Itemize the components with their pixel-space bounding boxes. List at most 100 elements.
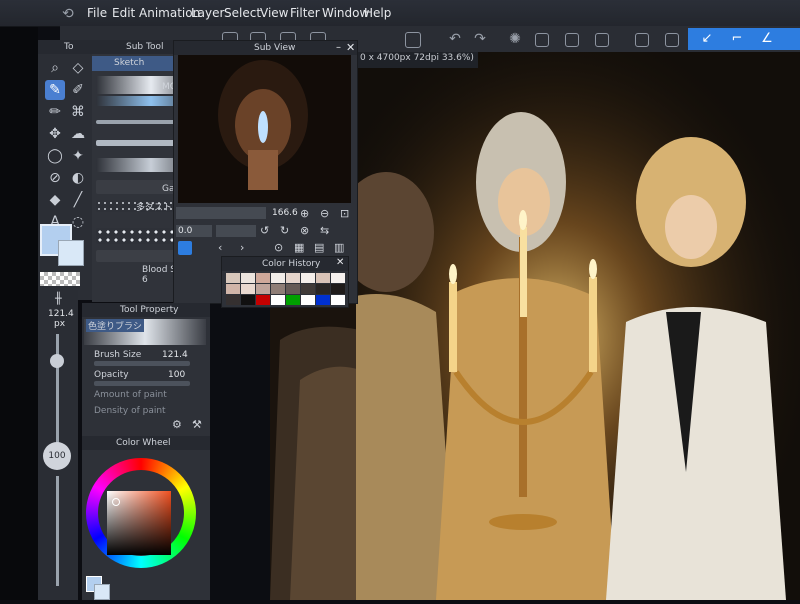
next-image-icon[interactable]: › <box>240 241 244 254</box>
zoom-slider[interactable] <box>176 207 266 219</box>
color-swatch[interactable] <box>271 284 285 294</box>
operation-icon[interactable]: ⌘ <box>68 102 88 122</box>
airbrush-icon[interactable]: ☁ <box>68 124 88 144</box>
lasso-icon[interactable]: ◯ <box>45 146 65 166</box>
zoom-in-icon[interactable]: ⊕ <box>300 207 309 220</box>
color-history-panel: Color History ✕ <box>221 256 349 308</box>
rotate-left-icon[interactable]: ↺ <box>260 224 269 237</box>
tool-panel-tab[interactable]: To <box>64 42 73 52</box>
color-swatch[interactable] <box>286 295 300 305</box>
color-swatch[interactable] <box>241 295 255 305</box>
eyedropper-toggle-icon[interactable] <box>178 241 192 255</box>
zoom-icon[interactable]: ⌕ <box>45 58 65 78</box>
sub-color-swatch[interactable] <box>58 240 84 266</box>
menu-filter[interactable]: Filter <box>290 6 320 20</box>
color-swatch[interactable] <box>226 273 240 283</box>
stroke-icon-1[interactable]: ↙ <box>697 29 717 49</box>
app-icon[interactable]: ⟲ <box>62 6 74 22</box>
brush-size-slider[interactable] <box>56 334 59 444</box>
fit-icon[interactable]: ⊡ <box>340 207 349 220</box>
color-swatch[interactable] <box>241 273 255 283</box>
color-swatch[interactable] <box>301 295 315 305</box>
wheel-sub-color[interactable] <box>94 584 110 600</box>
transform-icon[interactable] <box>595 33 609 47</box>
prev-image-icon[interactable]: ‹ <box>218 241 222 254</box>
zoom-out-icon[interactable]: ⊖ <box>320 207 329 220</box>
rotate-slider[interactable] <box>216 225 256 237</box>
eyedropper-icon[interactable]: ⊘ <box>45 168 65 188</box>
color-swatch[interactable] <box>331 273 345 283</box>
subview-close-icon[interactable]: ✕ <box>346 41 355 54</box>
color-swatch[interactable] <box>256 284 270 294</box>
canvas[interactable]: 0 x 4700px 72dpi 33.6%) <box>356 52 800 600</box>
opacity-slider[interactable] <box>56 476 59 586</box>
blend-icon[interactable]: ◐ <box>68 168 88 188</box>
color-swatch[interactable] <box>316 273 330 283</box>
brush-size-bar[interactable] <box>94 361 190 366</box>
move-icon[interactable]: ✥ <box>45 124 65 144</box>
rotate-right-icon[interactable]: ↻ <box>280 224 289 237</box>
menu-window[interactable]: Window <box>322 6 369 20</box>
color-swatch[interactable] <box>226 295 240 305</box>
color-swatch[interactable] <box>241 284 255 294</box>
menu-edit[interactable]: Edit <box>112 6 135 20</box>
swatch-grid <box>226 273 345 305</box>
camera-icon[interactable]: ⊙ <box>274 241 283 254</box>
color-swatch[interactable] <box>316 295 330 305</box>
canvas-area-left[interactable] <box>270 300 360 600</box>
menu-layer[interactable]: Layer <box>191 6 224 20</box>
color-swatch[interactable] <box>226 284 240 294</box>
export-icon[interactable] <box>405 32 421 48</box>
menu-help[interactable]: Help <box>364 6 391 20</box>
transparent-color-icon[interactable] <box>40 272 80 286</box>
deselect-icon[interactable] <box>635 33 649 47</box>
brush-size-panel-icon[interactable]: ╫ <box>55 292 62 305</box>
color-wheel-panel: Color Wheel <box>82 436 210 600</box>
stroke-icon-3[interactable]: ∠ <box>757 29 777 49</box>
pencil-icon[interactable]: ✏ <box>45 102 65 122</box>
color-swatch[interactable] <box>316 284 330 294</box>
undo-icon[interactable]: ↶ <box>445 29 465 49</box>
grid-icon[interactable]: ▦ <box>294 241 304 254</box>
color-swatch[interactable] <box>331 295 345 305</box>
fill-bucket-icon[interactable]: ◆ <box>45 190 65 210</box>
color-swatch[interactable] <box>256 273 270 283</box>
import-icon[interactable]: ▤ <box>314 241 324 254</box>
fill-icon[interactable] <box>565 33 579 47</box>
reference-image[interactable] <box>178 55 351 203</box>
color-swatch[interactable] <box>256 295 270 305</box>
reset-rotate-icon[interactable]: ⊗ <box>300 224 309 237</box>
eraser-icon[interactable]: ◇ <box>68 58 88 78</box>
pen-icon[interactable]: ✎ <box>45 80 65 100</box>
stroke-icon-2[interactable]: ⌐ <box>727 29 747 49</box>
menu-select[interactable]: Select <box>224 6 261 20</box>
color-swatch[interactable] <box>286 284 300 294</box>
color-swatch[interactable] <box>271 273 285 283</box>
tool-property-panel: Tool Property 色塗りブラシ Brush Size 121.4 Op… <box>82 303 210 438</box>
color-swatch[interactable] <box>331 284 345 294</box>
line-icon[interactable]: ╱ <box>68 190 88 210</box>
subtool-tab[interactable]: Sub Tool <box>126 42 163 52</box>
flip-icon[interactable]: ⇆ <box>320 224 329 237</box>
wrench-icon[interactable]: ⚒ <box>192 418 202 431</box>
settings-icon[interactable]: ⚙ <box>172 418 182 431</box>
loading-icon[interactable]: ✺ <box>505 29 525 49</box>
menu-view[interactable]: View <box>260 6 288 20</box>
color-swatch[interactable] <box>286 273 300 283</box>
opacity-bar[interactable] <box>94 381 190 386</box>
color-history-title: Color History <box>262 259 321 269</box>
subview-minimize-icon[interactable]: – <box>336 42 341 53</box>
color-history-close-icon[interactable]: ✕ <box>336 257 344 268</box>
color-swatch[interactable] <box>271 295 285 305</box>
color-swatch[interactable] <box>301 273 315 283</box>
invert-selection-icon[interactable] <box>665 33 679 47</box>
delete-image-icon[interactable]: ▥ <box>334 241 344 254</box>
brush-size-slider-knob[interactable] <box>50 354 64 368</box>
brush-icon[interactable]: ✐ <box>68 80 88 100</box>
sv-cursor[interactable] <box>112 498 120 506</box>
magic-wand-icon[interactable]: ✦ <box>68 146 88 166</box>
clear-icon[interactable] <box>535 33 549 47</box>
menu-file[interactable]: File <box>87 6 107 20</box>
redo-icon[interactable]: ↷ <box>470 29 490 49</box>
color-swatch[interactable] <box>301 284 315 294</box>
